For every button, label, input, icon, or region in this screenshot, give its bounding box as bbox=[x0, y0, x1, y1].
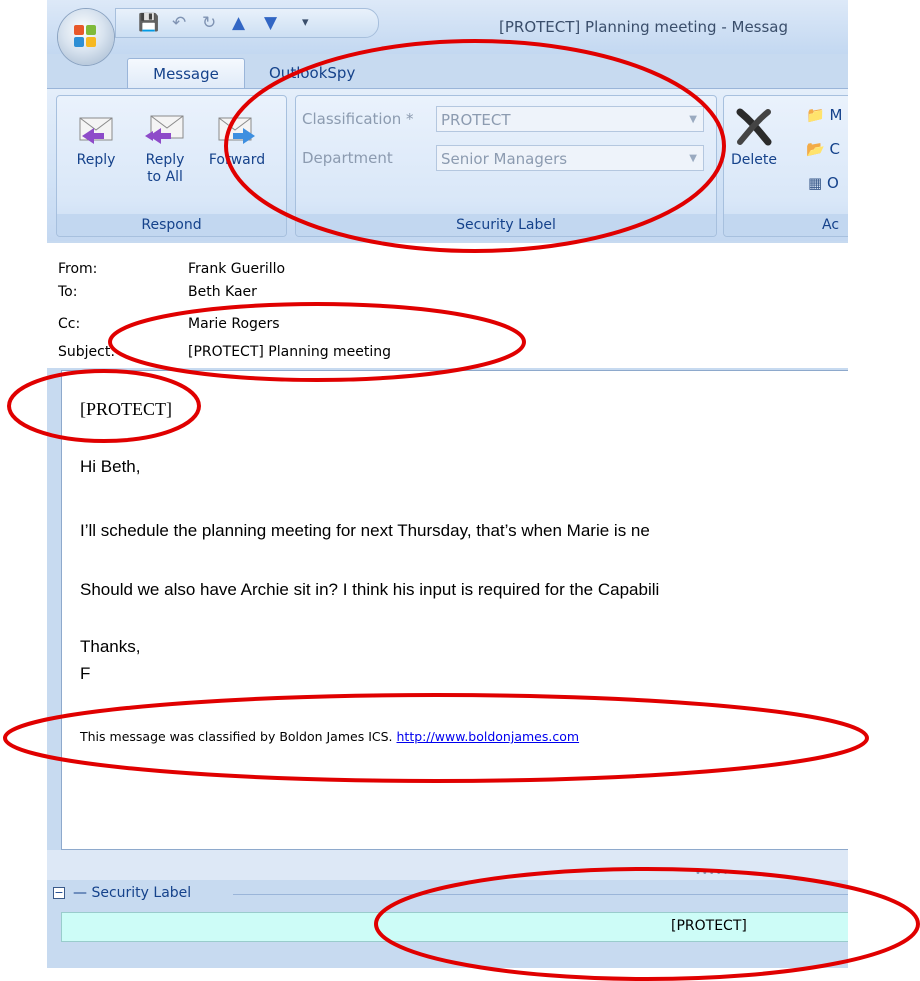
annotation-ellipse bbox=[374, 867, 920, 981]
annotation-ellipse bbox=[3, 693, 869, 783]
annotation-ellipse bbox=[224, 39, 726, 253]
office-button[interactable] bbox=[58, 9, 114, 65]
annotation-overlay bbox=[3, 39, 920, 981]
annotation-ellipse bbox=[7, 369, 201, 443]
annotation-ellipse bbox=[108, 302, 526, 382]
office-logo-icon bbox=[74, 25, 98, 49]
